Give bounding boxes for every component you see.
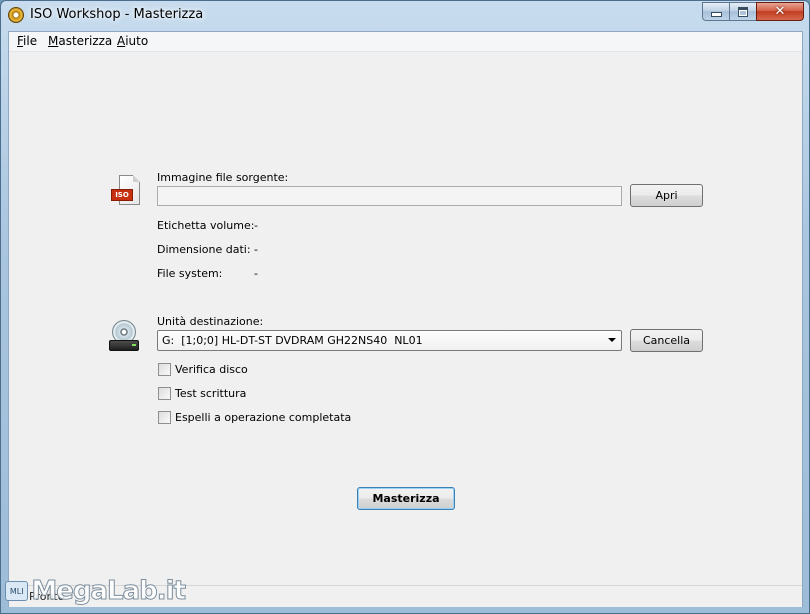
maximize-icon: [738, 6, 748, 17]
dropdown-arrow-icon: [608, 338, 616, 342]
open-button[interactable]: Apri: [630, 184, 703, 207]
test-write-option[interactable]: Test scrittura: [158, 387, 246, 400]
megalab-watermark: MLI MegaLab.it: [5, 571, 187, 611]
megalab-watermark-text: MegaLab.it: [31, 576, 187, 607]
iso-file-icon: ISO: [111, 175, 141, 207]
destination-drive-label: Unità destinazione:: [157, 315, 264, 328]
megalab-badge: MLI: [5, 581, 29, 601]
file-system-label: File system:: [157, 267, 223, 280]
client-area: File Masterizza Aiuto ISO Immagine file …: [8, 31, 803, 607]
menu-file[interactable]: File: [17, 34, 37, 48]
eject-on-complete-checkbox[interactable]: [158, 411, 171, 424]
test-write-checkbox[interactable]: [158, 387, 171, 400]
eject-on-complete-option[interactable]: Espelli a operazione completata: [158, 411, 351, 424]
minimize-icon: [710, 12, 722, 17]
iso-file-icon-tag: ISO: [111, 189, 133, 201]
iso-workshop-app-icon[interactable]: [9, 8, 23, 22]
volume-label: Etichetta volume:: [157, 219, 255, 232]
window-title: ISO Workshop - Masterizza: [30, 7, 204, 22]
verify-disc-option[interactable]: Verifica disco: [158, 363, 248, 376]
destination-drive-select[interactable]: G: [1;0;0] HL-DT-ST DVDRAM GH22NS40 NL01: [157, 330, 622, 351]
app-window: ISO Workshop - Masterizza ✕ File Masteri…: [0, 0, 810, 614]
burn-button[interactable]: Masterizza: [357, 487, 455, 510]
verify-disc-label: Verifica disco: [175, 363, 248, 376]
data-size-value: -: [254, 243, 258, 256]
source-image-field[interactable]: [157, 186, 622, 206]
menu-bar: File Masterizza Aiuto: [9, 32, 802, 52]
close-button[interactable]: ✕: [756, 2, 804, 21]
menu-aiuto[interactable]: Aiuto: [117, 34, 148, 48]
erase-button[interactable]: Cancella: [630, 329, 703, 352]
maximize-button[interactable]: [729, 2, 757, 21]
verify-disc-checkbox[interactable]: [158, 363, 171, 376]
close-icon: ✕: [774, 4, 786, 19]
test-write-label: Test scrittura: [175, 387, 247, 400]
volume-value: -: [254, 219, 258, 232]
optical-drive-icon: [109, 320, 143, 354]
menu-masterizza[interactable]: Masterizza: [48, 34, 112, 48]
source-image-label: Immagine file sorgente:: [157, 171, 289, 184]
minimize-button[interactable]: [702, 2, 730, 21]
title-bar[interactable]: ISO Workshop - Masterizza ✕: [1, 1, 809, 31]
destination-drive-value: G: [1;0;0] HL-DT-ST DVDRAM GH22NS40 NL01: [162, 334, 423, 347]
file-system-value: -: [254, 267, 258, 280]
eject-on-complete-label: Espelli a operazione completata: [175, 411, 352, 424]
data-size-label: Dimensione dati:: [157, 243, 251, 256]
